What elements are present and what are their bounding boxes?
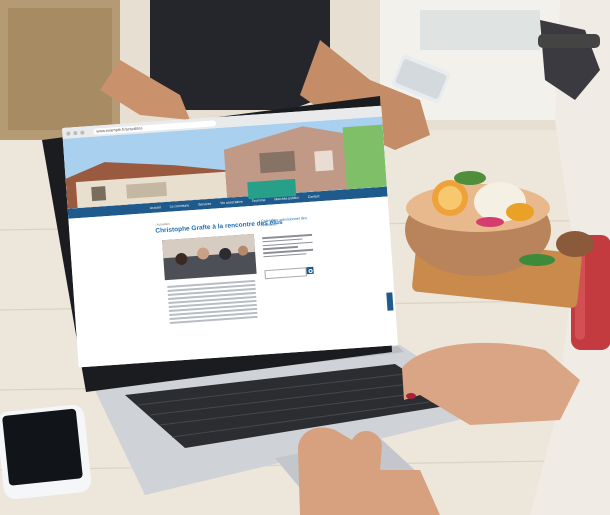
share-sidebar[interactable] — [386, 292, 394, 311]
photo-scene: www.example.fr/actualites Accueil La com… — [0, 0, 610, 515]
accent-badge — [247, 178, 297, 200]
laptop-screen: www.example.fr/actualites Accueil La com… — [62, 105, 398, 368]
nav-item[interactable]: Accueil — [150, 205, 161, 210]
post-body — [167, 279, 258, 326]
sidebar-title[interactable]: Calendrier prévisionnel des réunions — [261, 216, 315, 229]
search-input[interactable] — [264, 267, 307, 280]
nav-item[interactable]: Vie associative — [220, 200, 243, 206]
nav-item[interactable]: La commune — [170, 203, 190, 208]
sidebar-text — [262, 233, 314, 260]
nav-item[interactable]: Services — [198, 202, 211, 207]
post-photo — [162, 233, 257, 281]
window-control[interactable] — [73, 130, 78, 135]
window-control[interactable] — [66, 130, 71, 136]
site-content: › Actualités Christophe Grafte à la renc… — [68, 178, 398, 368]
search-icon[interactable] — [306, 266, 314, 275]
nav-item[interactable]: Contact — [308, 194, 320, 199]
window-control[interactable] — [80, 129, 85, 135]
